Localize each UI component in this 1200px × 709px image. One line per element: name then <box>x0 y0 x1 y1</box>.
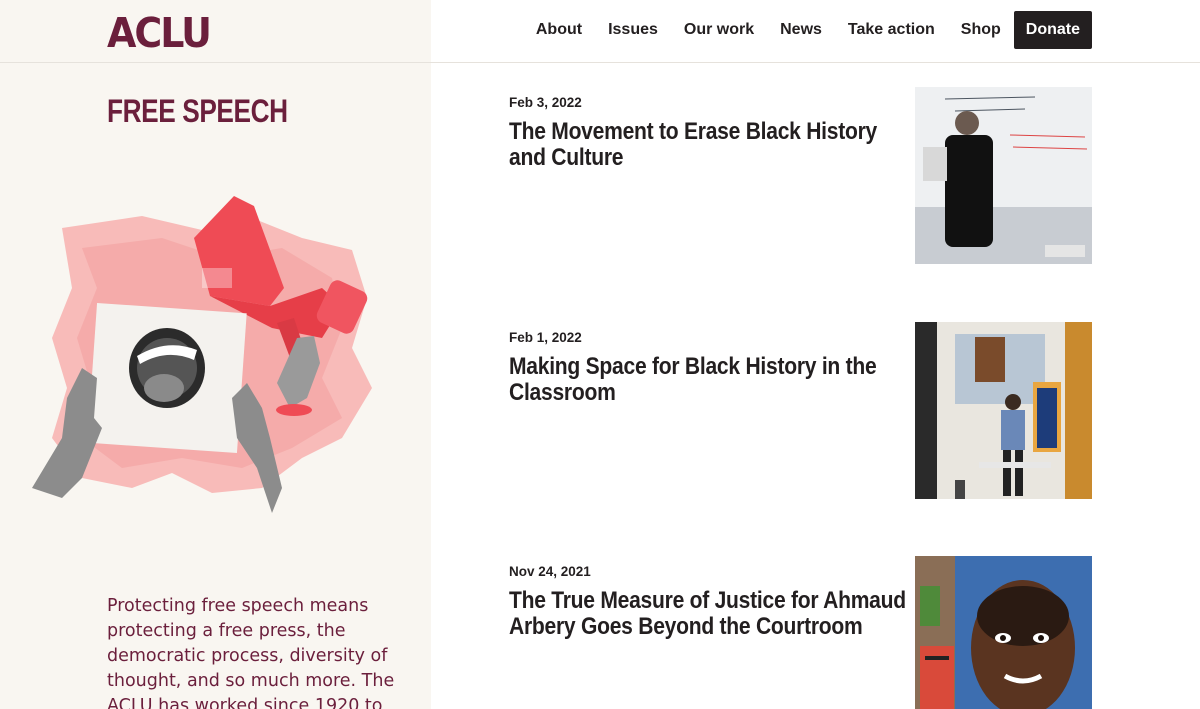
article-title[interactable]: The True Measure of Justice for Ahmaud A… <box>509 588 913 640</box>
nav-take-action[interactable]: Take action <box>848 21 935 39</box>
article-card[interactable]: Feb 1, 2022 Making Space for Black Histo… <box>509 322 1092 508</box>
article-card[interactable]: Feb 3, 2022 The Movement to Erase Black … <box>509 87 1092 273</box>
section-description: Protecting free speech means protecting … <box>107 596 395 709</box>
article-date: Nov 24, 2021 <box>509 564 591 579</box>
donate-button[interactable]: Donate <box>1013 11 1092 49</box>
article-title[interactable]: Making Space for Black History in the Cl… <box>509 354 913 406</box>
article-thumbnail[interactable] <box>915 87 1092 264</box>
nav-news[interactable]: News <box>780 21 822 39</box>
nav-shop[interactable]: Shop <box>961 21 1001 39</box>
hero-illustration <box>22 188 402 528</box>
nav-about[interactable]: About <box>536 21 582 39</box>
page-title: FREE SPEECH <box>107 93 288 129</box>
article-card[interactable]: Nov 24, 2021 The True Measure of Justice… <box>509 556 1092 709</box>
nav-our-work[interactable]: Our work <box>684 21 754 39</box>
aclu-logo[interactable]: ACLU <box>107 8 212 58</box>
article-title[interactable]: The Movement to Erase Black History and … <box>509 119 913 171</box>
nav-issues[interactable]: Issues <box>608 21 658 39</box>
mouth-icon <box>129 328 205 408</box>
main-nav: About Issues Our work News Take action S… <box>536 11 1092 49</box>
header-divider <box>0 62 1200 63</box>
article-date: Feb 1, 2022 <box>509 330 582 345</box>
article-date: Feb 3, 2022 <box>509 95 582 110</box>
article-thumbnail[interactable] <box>915 556 1092 709</box>
article-thumbnail[interactable] <box>915 322 1092 499</box>
